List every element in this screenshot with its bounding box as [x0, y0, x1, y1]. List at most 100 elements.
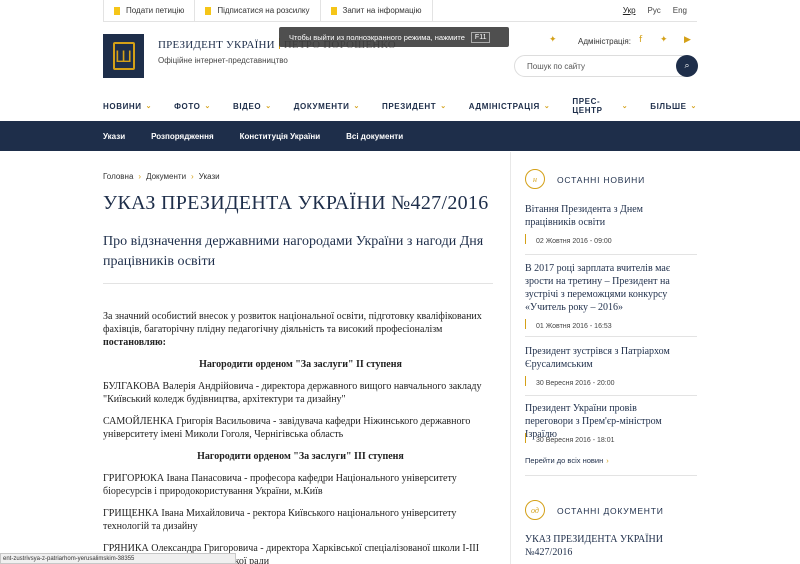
document-icon: [205, 6, 212, 15]
news-item[interactable]: Президент зустрівся з Патріархом Єрусали…: [525, 345, 685, 387]
sidebar-divider: [510, 152, 511, 564]
nav-president[interactable]: ПРЕЗИДЕНТ ⌄: [382, 102, 447, 111]
news-title[interactable]: В 2017 році зарплата вчителів має зрости…: [525, 262, 685, 314]
breadcrumb: Головна › Документи › Укази: [103, 172, 220, 181]
chevron-down-icon: ⌄: [440, 103, 447, 110]
chevron-down-icon: ⌄: [265, 103, 272, 110]
all-news-label: Перейти до всіх новин: [525, 456, 604, 465]
decree-intro-text: За значний особистий внесок у розвиток н…: [103, 311, 482, 335]
award-heading: Нагородити орденом "За заслуги" III ступ…: [197, 451, 404, 462]
breadcrumb-decrees: Укази: [198, 172, 220, 181]
breadcrumb-home[interactable]: Головна: [103, 172, 133, 181]
nav-news-label: НОВИНИ: [103, 101, 142, 111]
news-item[interactable]: Президент України провів переговори з Пр…: [525, 402, 685, 444]
awardee-paragraph: БУЛГАКОВА Валерія Андрійовича - директор…: [103, 381, 482, 405]
page-title: УКАЗ ПРЕЗИДЕНТА УКРАЇНИ №427/2016: [103, 192, 489, 214]
all-news-link[interactable]: Перейти до всіх новин ›: [525, 456, 609, 465]
admin-label: Адміністрація:: [578, 37, 631, 46]
status-bar-url: ent-zustrivsya-z-patriarhom-yerusalimski…: [0, 553, 236, 564]
awardee-paragraph: ГРИЩЕНКА Івана Михайловича - ректора Киї…: [103, 508, 457, 532]
decree-resolve: постановляю:: [103, 337, 167, 348]
nav-press-center-label: ПРЕС-ЦЕНТР: [572, 97, 603, 115]
subnav-all-documents[interactable]: Всі документи: [346, 132, 403, 141]
site-subtitle: Офіційне інтернет-представництво: [158, 56, 288, 65]
nav-video[interactable]: ВІДЕО ⌄: [233, 102, 272, 111]
nav-administration[interactable]: АДМІНІСТРАЦІЯ ⌄: [469, 102, 551, 111]
divider: [525, 475, 697, 476]
chevron-right-icon: ›: [191, 172, 194, 181]
nav-news[interactable]: НОВИНИ ⌄: [103, 102, 152, 111]
latest-documents-heading: ОСТАННІ ДОКУМЕНТИ: [557, 506, 664, 516]
divider: [103, 283, 493, 284]
chevron-down-icon: ⌄: [543, 103, 551, 110]
document-link[interactable]: УКАЗ ПРЕЗИДЕНТА УКРАЇНИ №427/2016: [525, 533, 695, 559]
lang-rus[interactable]: Рус: [648, 6, 661, 15]
subnav-orders[interactable]: Розпорядження: [151, 132, 214, 141]
petition-link-label[interactable]: Подати петицію: [126, 6, 184, 15]
nav-more-label: БІЛЬШЕ: [650, 101, 687, 111]
toast-key: F11: [470, 31, 491, 43]
page-subtitle: Про відзначення державними нагородами Ук…: [103, 234, 484, 269]
chevron-down-icon: ⌄: [690, 103, 697, 110]
subscribe-link-label[interactable]: Підписатися на розсилку: [217, 6, 309, 15]
decree-intro: За значний особистий внесок у розвиток н…: [103, 310, 498, 349]
search-icon[interactable]: ⌕: [676, 55, 698, 77]
sub-nav: Укази Розпорядження Конституція України …: [0, 121, 800, 151]
news-icon: н: [525, 169, 545, 189]
awardee-paragraph: ГРИГОРЮКА Івана Панасовича - професора к…: [103, 473, 457, 497]
document-icon: [114, 6, 120, 15]
lang-eng[interactable]: Eng: [673, 6, 687, 15]
news-title[interactable]: Вітання Президента з Днем працівників ос…: [525, 203, 685, 229]
youtube-icon[interactable]: ▶: [684, 35, 691, 45]
nav-photo-label: ФОТО: [174, 101, 201, 111]
chevron-right-icon: ›: [138, 172, 142, 181]
top-bar: Подати петицію Підписатися на розсилку З…: [103, 0, 697, 22]
language-switcher: Укр Рус Eng: [623, 6, 697, 15]
subscribe-link[interactable]: Підписатися на розсилку: [194, 0, 319, 22]
main-nav: НОВИНИ ⌄ ФОТО ⌄ ВІДЕО ⌄ ДОКУМЕНТИ ⌄ ПРЕЗИДЕН…: [103, 92, 697, 120]
award-heading: Нагородити орденом "За заслуги" II ступе…: [199, 359, 402, 370]
nav-press-center[interactable]: ПРЕС-ЦЕНТР ⌄: [572, 97, 628, 115]
latest-news-heading: ОСТАННІ НОВИНИ: [557, 175, 646, 185]
lang-ukr[interactable]: Укр: [623, 6, 636, 15]
info-request-link[interactable]: Запит на інформацію: [319, 0, 433, 22]
document-icon: [330, 6, 337, 15]
documents-icon: од: [525, 500, 545, 520]
search-input[interactable]: Пошук по сайту: [514, 55, 697, 77]
news-date: 30 Вересня 2016 - 18:01: [536, 437, 615, 444]
news-date: 30 Вересня 2016 - 20:00: [536, 380, 615, 387]
news-date: 01 Жовтня 2016 - 16:53: [536, 323, 612, 330]
chevron-right-icon: ›: [606, 456, 609, 465]
divider: [525, 336, 697, 337]
chevron-down-icon: ⌄: [353, 103, 360, 110]
subnav-constitution[interactable]: Конституція України: [240, 132, 321, 141]
twitter-icon[interactable]: ✦: [549, 35, 557, 45]
twitter-icon[interactable]: ✦: [660, 35, 668, 45]
news-title[interactable]: Президент зустрівся з Патріархом Єрусали…: [525, 345, 685, 371]
nav-photo[interactable]: ФОТО ⌄: [174, 102, 211, 111]
facebook-icon[interactable]: f: [639, 35, 642, 45]
nav-video-label: ВІДЕО: [232, 101, 262, 111]
divider: [525, 395, 697, 396]
petition-link[interactable]: Подати петицію: [103, 0, 194, 22]
nav-president-label: ПРЕЗИДЕНТ: [381, 101, 437, 111]
decree-content: За значний особистий внесок у розвиток н…: [103, 310, 498, 564]
chevron-down-icon: ⌄: [145, 103, 153, 110]
subnav-decrees[interactable]: Укази: [103, 132, 125, 141]
news-item[interactable]: В 2017 році зарплата вчителів має зрости…: [525, 262, 685, 330]
toast-text: Чтобы выйти из полноэкранного режима, на…: [289, 32, 465, 42]
awardee-paragraph: САМОЙЛЕНКА Григорія Васильовича - завіду…: [103, 416, 471, 440]
nav-documents-label: ДОКУМЕНТИ: [293, 101, 350, 111]
nav-documents[interactable]: ДОКУМЕНТИ ⌄: [294, 102, 360, 111]
news-date: 02 Жовтня 2016 - 09:00: [536, 238, 612, 245]
divider: [525, 254, 697, 255]
chevron-down-icon: ⌄: [204, 103, 211, 110]
news-item[interactable]: Вітання Президента з Днем працівників ос…: [525, 203, 685, 245]
nav-more[interactable]: БІЛЬШЕ ⌄: [650, 102, 697, 111]
site-title-text: ПРЕЗИДЕНТ УКРАЇНИ: [158, 39, 275, 51]
nav-administration-label: АДМІНІСТРАЦІЯ: [468, 101, 540, 111]
chevron-down-icon: ⌄: [621, 103, 629, 110]
site-logo[interactable]: Ш: [103, 34, 144, 78]
breadcrumb-documents[interactable]: Документи: [146, 172, 186, 181]
info-request-link-label[interactable]: Запит на інформацію: [343, 6, 422, 15]
